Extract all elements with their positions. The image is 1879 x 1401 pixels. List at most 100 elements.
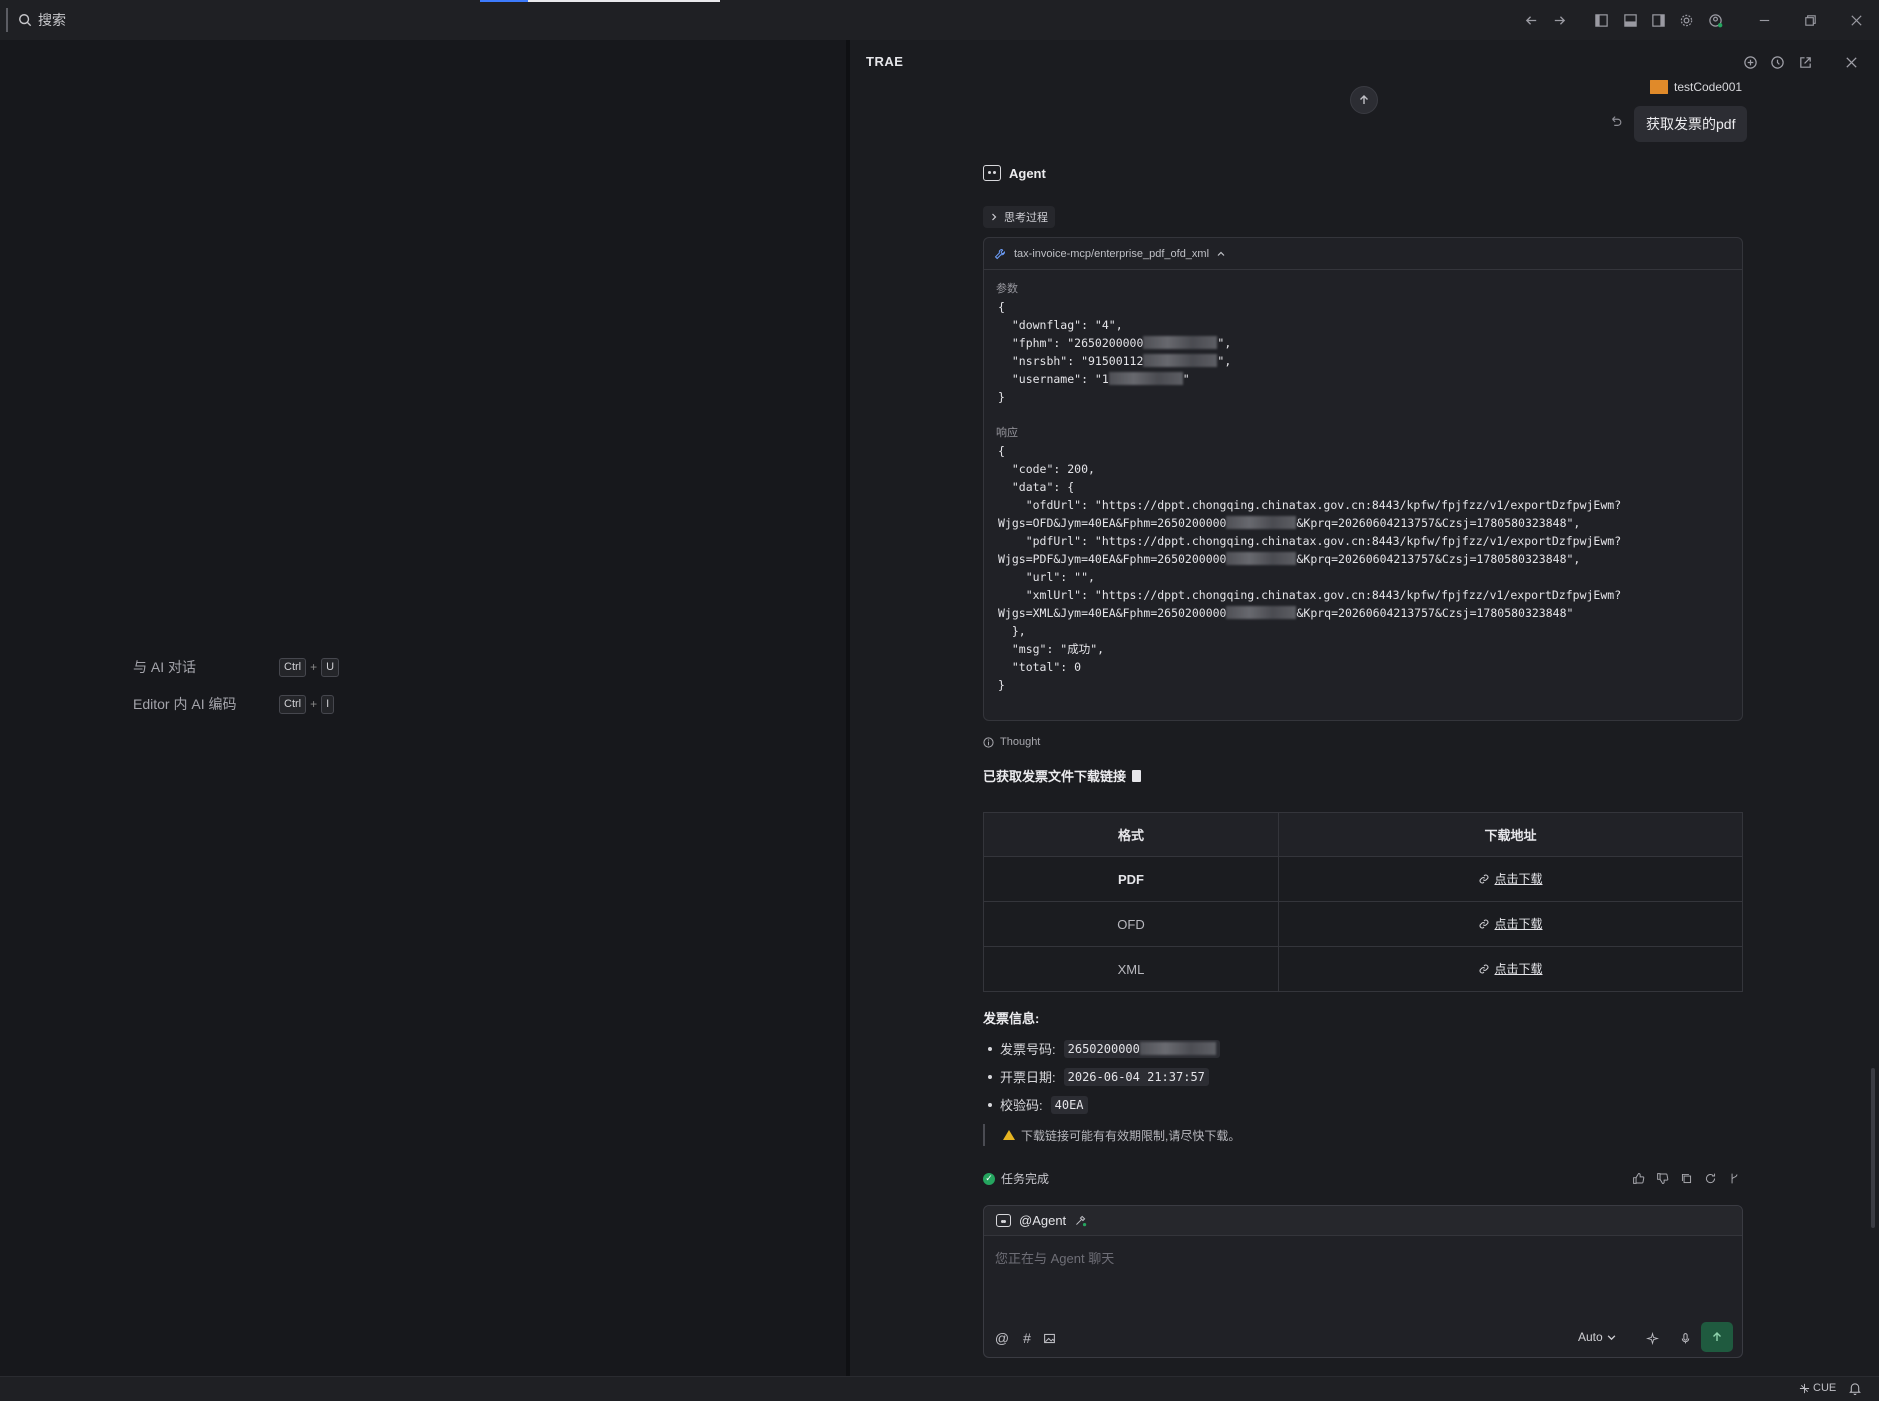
shortcut-chat[interactable]: 与 AI 对话 Ctrl + U <box>133 657 340 677</box>
model-select[interactable]: Auto <box>1578 1330 1616 1344</box>
key-ctrl: Ctrl <box>279 657 307 677</box>
undo-icon[interactable] <box>1609 114 1623 131</box>
arrow-up-icon <box>1713 1332 1721 1341</box>
hash-icon[interactable]: # <box>1018 1329 1036 1347</box>
tool-call-header[interactable]: tax-invoice-mcp/enterprise_pdf_ofd_xml <box>984 238 1742 270</box>
scroll-up-button[interactable] <box>1350 86 1378 114</box>
download-link-xml[interactable]: 点击下载 <box>1478 960 1543 977</box>
restore-icon[interactable] <box>1800 10 1820 30</box>
key-plus: + <box>310 697 318 711</box>
cue-icon <box>1799 1383 1810 1393</box>
panel-scrollbar[interactable] <box>1871 1068 1875 1228</box>
minimize-icon[interactable] <box>1754 10 1774 30</box>
regenerate-icon[interactable] <box>1702 1170 1718 1186</box>
code-text: ", <box>1217 336 1232 350</box>
date-label: 开票日期: <box>1000 1070 1056 1085</box>
sparkle-icon[interactable] <box>1643 1329 1661 1347</box>
title-bar: 搜索 <box>0 0 1879 40</box>
code-line: Wjgs=OFD&Jym=40EA&Fphm=2650200000 &Kprq=2… <box>998 514 1621 532</box>
download-link-text: 点击下载 <box>1494 917 1543 932</box>
arrow-right-icon[interactable] <box>1549 10 1569 30</box>
code-text: &Kprq=20260604213757&Czsj=1780580323848"… <box>1296 552 1581 566</box>
code-line: "downflag": "4", <box>998 318 1123 332</box>
thought-indicator[interactable]: Thought <box>983 736 1040 748</box>
params-label: 参数 <box>996 283 1018 295</box>
format-cell: OFD <box>983 901 1279 947</box>
link-cell: 点击下载 <box>1278 946 1743 992</box>
params-code: { "downflag": "4", "fphm": "2650200000 ",… <box>998 298 1231 406</box>
shortcut-inline-ai[interactable]: Editor 内 AI 编码 Ctrl + I <box>133 694 335 714</box>
history-icon[interactable] <box>1768 53 1786 71</box>
link-icon <box>1480 874 1489 884</box>
status-bar: CUE <box>0 1376 1879 1401</box>
download-link-text: 点击下载 <box>1494 872 1543 887</box>
list-item: 校验码: 40EA <box>988 1095 1088 1114</box>
settings-icon[interactable] <box>1676 10 1696 30</box>
list-item: 发票号码: 2650200000 <box>988 1039 1220 1058</box>
info-icon <box>983 736 994 748</box>
result-title-text: 已获取发票文件下载链接 <box>983 769 1127 784</box>
code-line: "msg": "成功", <box>998 642 1105 656</box>
table-row: XML 点击下载 <box>983 946 1743 992</box>
layout-left-icon[interactable] <box>1591 10 1611 30</box>
new-chat-icon[interactable] <box>1741 53 1759 71</box>
panel-close-icon[interactable] <box>1842 53 1860 71</box>
bullet <box>988 1102 992 1107</box>
invoice-info-title: 发票信息: <box>983 1011 1040 1026</box>
code-text: &Kprq=20260604213757&Czsj=1780580323848" <box>1296 606 1574 620</box>
code-line: Wjgs=PDF&Jym=40EA&Fphm=2650200000 &Kprq=2… <box>998 550 1621 568</box>
key-u: U <box>321 657 340 677</box>
search-icon <box>19 14 32 27</box>
warning-note: 下载链接可能有有效期限制,请尽快下载。 <box>983 1124 1240 1146</box>
arrow-up-icon <box>1360 95 1368 104</box>
list-item: 开票日期: 2026-06-04 21:37:57 <box>988 1067 1209 1086</box>
mention-icon[interactable]: @ <box>993 1329 1011 1347</box>
code-text: " <box>1182 372 1190 386</box>
chat-input[interactable]: 您正在与 Agent 聊天 <box>995 1248 1114 1267</box>
redacted-text <box>1139 1041 1216 1055</box>
warning-icon <box>1003 1130 1015 1140</box>
search-label: 搜索 <box>38 12 66 28</box>
thinking-toggle[interactable]: 思考过程 <box>983 206 1055 228</box>
global-search[interactable]: 搜索 <box>18 9 66 31</box>
code-line: } <box>998 678 1005 692</box>
download-link-ofd[interactable]: 点击下载 <box>1478 915 1543 932</box>
table-row: OFD 点击下载 <box>983 901 1743 947</box>
invoice-no-text: 2650200000 <box>1067 1041 1140 1056</box>
layout-right-icon[interactable] <box>1648 10 1668 30</box>
bell-icon[interactable] <box>1849 1382 1861 1398</box>
warning-text: 下载链接可能有有效期限制,请尽快下载。 <box>1021 1128 1241 1143</box>
branch-icon[interactable] <box>1726 1170 1742 1186</box>
document-icon <box>1132 769 1142 782</box>
shortcut-label: 与 AI 对话 <box>133 659 197 675</box>
code-line: { <box>998 300 1005 314</box>
code-line: "data": { <box>998 480 1075 494</box>
thumbs-up-icon[interactable] <box>1630 1170 1646 1186</box>
user-header: testCode001 <box>1650 80 1742 94</box>
image-icon[interactable] <box>1040 1329 1058 1347</box>
layout-bottom-icon[interactable] <box>1620 10 1640 30</box>
copy-icon[interactable] <box>1678 1170 1694 1186</box>
response-label: 响应 <box>996 427 1018 439</box>
chevron-down-icon <box>1607 1334 1616 1340</box>
code-text: Wjgs=PDF&Jym=40EA&Fphm=2650200000 <box>998 552 1227 566</box>
composer-agent-bar[interactable]: @Agent <box>984 1206 1742 1236</box>
microphone-icon[interactable] <box>1676 1329 1694 1347</box>
table-row: PDF 点击下载 <box>983 856 1743 902</box>
account-icon[interactable] <box>1705 10 1725 30</box>
panel-title: TRAE <box>866 54 904 69</box>
download-link-pdf[interactable]: 点击下载 <box>1478 870 1543 887</box>
code-line: { <box>998 444 1005 458</box>
code-line: "username": "1 " <box>998 370 1231 388</box>
download-table: 格式 下载地址 PDF 点击下载 OFD 点击下载 XML 点击下载 <box>983 812 1743 992</box>
code-line: "nsrsbh": "91500112 ", <box>998 352 1231 370</box>
open-external-icon[interactable] <box>1796 53 1814 71</box>
thumbs-down-icon[interactable] <box>1654 1170 1670 1186</box>
cue-status[interactable]: CUE <box>1799 1382 1836 1394</box>
send-button[interactable] <box>1701 1322 1733 1352</box>
arrow-left-icon[interactable] <box>1521 10 1541 30</box>
code-text: ", <box>1217 354 1232 368</box>
code-text: "username": "1 <box>998 372 1109 386</box>
close-icon[interactable] <box>1846 10 1866 30</box>
code-line: "xmlUrl": "https://dppt.chongqing.chinat… <box>998 588 1622 602</box>
